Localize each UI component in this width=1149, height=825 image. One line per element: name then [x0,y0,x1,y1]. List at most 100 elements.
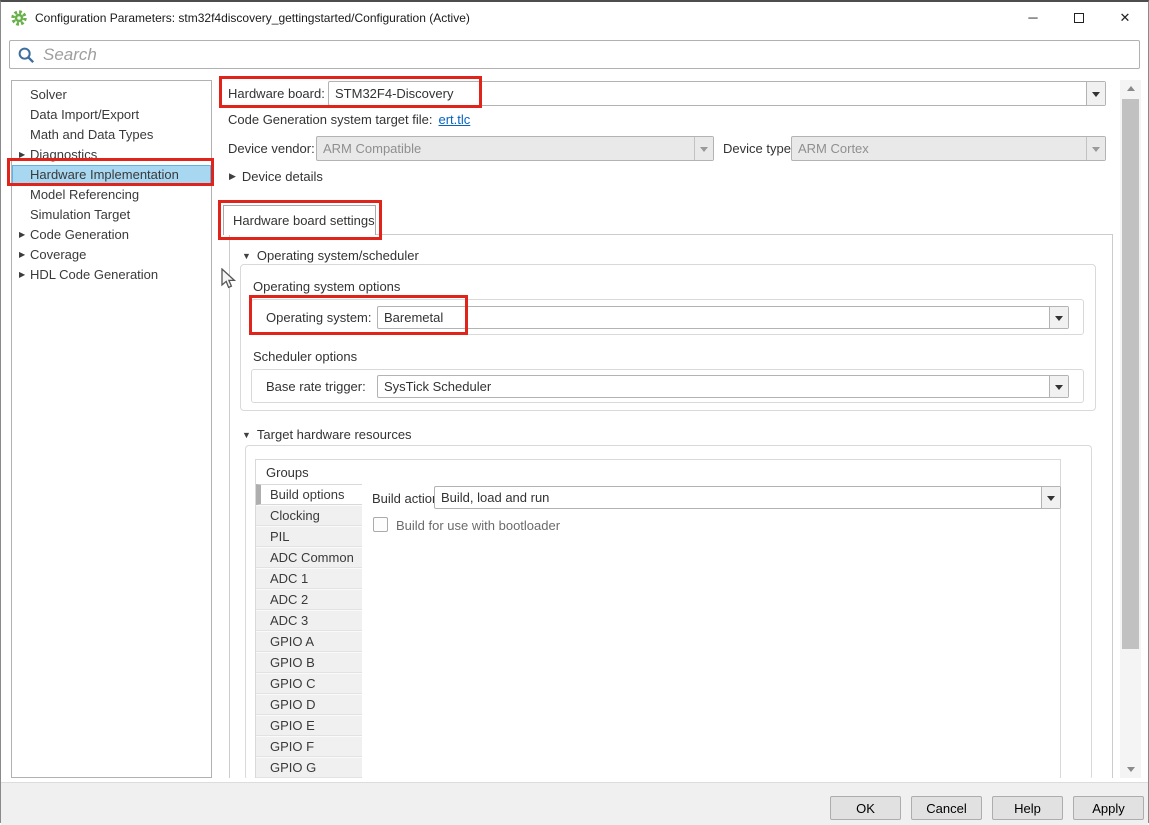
os-options-group-label: Operating system options [253,279,400,294]
base-rate-trigger-dropdown[interactable]: SysTick Scheduler [377,375,1069,398]
expand-arrow-icon[interactable]: ▶ [12,225,30,245]
group-tab-gpio-g[interactable]: GPIO G [256,757,362,778]
tab-label: Hardware board settings [233,213,375,228]
os-scheduler-panel: Operating system options Operating syste… [240,264,1096,411]
expand-arrow-icon[interactable]: ▶ [12,145,30,165]
sidebar-item-math-and-data-types[interactable]: Math and Data Types [12,125,211,145]
apply-button[interactable]: Apply [1073,796,1144,820]
close-icon: ✕ [1120,10,1131,26]
scheduler-options-groupbox: Base rate trigger: SysTick Scheduler [251,369,1084,403]
sidebar-item-label: Math and Data Types [30,125,153,145]
configuration-parameters-window: Configuration Parameters: stm32f4discove… [0,0,1149,823]
minimize-icon: ─ [1028,10,1037,25]
close-button[interactable]: ✕ [1102,2,1148,33]
hardware-board-dropdown[interactable]: STM32F4-Discovery [328,81,1106,106]
footer-bar: OK Cancel Help Apply [1,782,1148,825]
sidebar-item-hardware-implementation[interactable]: Hardware Implementation [12,165,211,185]
build-action-dropdown[interactable]: Build, load and run [434,486,1061,509]
group-tab-build-options[interactable]: Build options [256,484,362,505]
target-resources-header: Target hardware resources [257,427,412,442]
group-tab-adc-common[interactable]: ADC Common [256,547,362,568]
expand-arrow-icon[interactable]: ▶ [12,245,30,265]
target-file-row: Code Generation system target file: ert.… [228,112,470,127]
search-input[interactable]: Search [9,40,1140,69]
hardware-board-value: STM32F4-Discovery [329,82,1086,105]
expand-arrow-icon[interactable]: ▶ [12,265,30,285]
target-resources-panel: Groups Build optionsClockingPILADC Commo… [245,445,1092,778]
target-file-label: Code Generation system target file: [228,112,433,127]
device-vendor-value: ARM Compatible [317,137,694,160]
simulink-gear-icon [11,10,27,26]
dropdown-arrow-icon[interactable] [1086,82,1105,105]
group-tab-gpio-e[interactable]: GPIO E [256,715,362,736]
window-title: Configuration Parameters: stm32f4discove… [35,11,470,25]
target-resources-expander[interactable]: ▼ Target hardware resources [242,427,412,442]
group-tab-gpio-d[interactable]: GPIO D [256,694,362,715]
sidebar-item-hdl-code-generation[interactable]: ▶HDL Code Generation [12,265,211,285]
collapse-arrow-icon: ▼ [242,251,251,261]
sidebar-tree: SolverData Import/ExportMath and Data Ty… [11,80,212,778]
device-details-expander[interactable]: ▶ Device details [229,169,323,184]
sidebar-item-label: Coverage [30,245,86,265]
group-tab-adc-3[interactable]: ADC 3 [256,610,362,631]
operating-system-dropdown[interactable]: Baremetal [377,306,1069,329]
scroll-down-icon[interactable] [1120,761,1141,778]
sidebar-item-label: Solver [30,85,67,105]
sidebar-item-label: HDL Code Generation [30,265,158,285]
dropdown-arrow-icon[interactable] [1049,376,1068,397]
sidebar-item-label: Diagnostics [30,145,97,165]
minimize-button[interactable]: ─ [1010,2,1056,33]
base-rate-trigger-label: Base rate trigger: [266,379,366,394]
sidebar-item-label: Model Referencing [30,185,139,205]
os-options-groupbox: Operating system: Baremetal [251,299,1084,335]
group-tab-pil[interactable]: PIL [256,526,362,547]
groups-label: Groups [266,465,309,480]
group-tab-gpio-c[interactable]: GPIO C [256,673,362,694]
bootloader-checkbox[interactable] [373,517,388,532]
window-controls: ─ ✕ [1010,2,1148,33]
tab-hardware-board-settings[interactable]: Hardware board settings [223,205,376,235]
dropdown-arrow-icon[interactable] [1049,307,1068,328]
group-tab-clocking[interactable]: Clocking [256,505,362,526]
collapse-arrow-icon: ▼ [242,430,251,440]
device-type-label: Device type: [723,141,795,157]
device-type-value: ARM Cortex [792,137,1086,160]
groups-list: Build optionsClockingPILADC CommonADC 1A… [256,484,362,778]
group-tab-gpio-a[interactable]: GPIO A [256,631,362,652]
ert-tlc-link[interactable]: ert.tlc [439,112,471,127]
scroll-thumb[interactable] [1122,99,1139,649]
bootloader-checkbox-label: Build for use with bootloader [396,518,560,533]
maximize-button[interactable] [1056,2,1102,33]
sidebar-list: SolverData Import/ExportMath and Data Ty… [12,85,211,285]
operating-system-label: Operating system: [266,310,372,325]
sidebar-item-coverage[interactable]: ▶Coverage [12,245,211,265]
sidebar-item-diagnostics[interactable]: ▶Diagnostics [12,145,211,165]
group-tab-gpio-f[interactable]: GPIO F [256,736,362,757]
sidebar-item-code-generation[interactable]: ▶Code Generation [12,225,211,245]
group-tab-adc-1[interactable]: ADC 1 [256,568,362,589]
dropdown-arrow-icon [1086,137,1105,160]
cancel-button[interactable]: Cancel [911,796,982,820]
sidebar-item-solver[interactable]: Solver [12,85,211,105]
search-placeholder: Search [43,45,97,65]
title-bar: Configuration Parameters: stm32f4discove… [1,2,1148,33]
vertical-scrollbar[interactable] [1120,80,1141,778]
sidebar-item-label: Simulation Target [30,205,130,225]
scroll-up-icon[interactable] [1120,80,1141,97]
dropdown-arrow-icon[interactable] [1041,487,1060,508]
expand-arrow-icon: ▶ [229,171,236,182]
sidebar-item-model-referencing[interactable]: Model Referencing [12,185,211,205]
group-tab-adc-2[interactable]: ADC 2 [256,589,362,610]
scheduler-options-group-label: Scheduler options [253,349,357,364]
group-tab-gpio-b[interactable]: GPIO B [256,652,362,673]
build-action-value: Build, load and run [435,487,1041,508]
search-icon [17,46,35,64]
os-scheduler-header: Operating system/scheduler [257,248,419,263]
maximize-icon [1074,13,1084,23]
help-button[interactable]: Help [992,796,1063,820]
ok-button[interactable]: OK [830,796,901,820]
os-scheduler-expander[interactable]: ▼ Operating system/scheduler [242,248,419,263]
sidebar-item-simulation-target[interactable]: Simulation Target [12,205,211,225]
sidebar-item-data-import-export[interactable]: Data Import/Export [12,105,211,125]
device-vendor-label: Device vendor: [228,141,315,157]
